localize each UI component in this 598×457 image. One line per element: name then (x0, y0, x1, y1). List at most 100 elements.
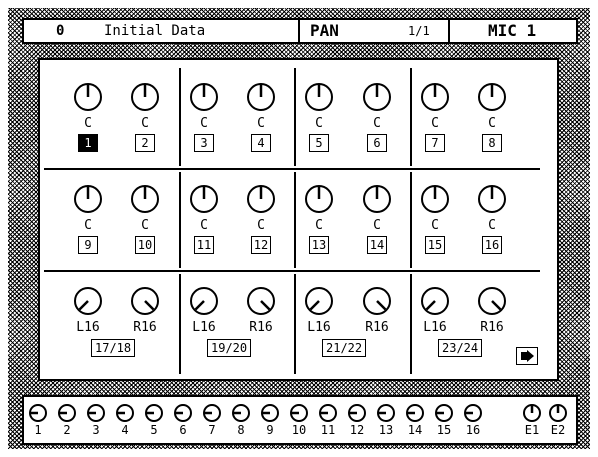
channel-number-box[interactable]: 13 (309, 236, 329, 254)
pan-knob-pair-2[interactable] (189, 286, 219, 316)
mini-pan-knob-1[interactable] (28, 403, 48, 423)
mini-pan-knob-9[interactable] (260, 403, 280, 423)
pan-panel: C 1 C 2 C 3 C 4 C 5 C 6 C 7 C 8 C 9 C 10 C 11 C 12 C… (38, 58, 559, 381)
mini-pan-knob-14[interactable] (405, 403, 425, 423)
channel-pair-box[interactable]: 21/22 (322, 339, 367, 357)
channel-number-box[interactable]: 14 (367, 236, 387, 254)
pan-value-label: C (141, 116, 149, 131)
channel-number-box[interactable]: 4 (251, 134, 271, 152)
pan-value-label: C (200, 116, 208, 131)
pan-screen: 0 Initial Data PAN 1/1 MIC 1 C1 C2 C 3 C… (0, 0, 598, 457)
mini-pan-knob-10[interactable] (289, 403, 309, 423)
mini-knob-label: 2 (63, 423, 71, 437)
pan-knob-1[interactable] (73, 82, 103, 112)
mini-pan-knob-15[interactable] (434, 403, 454, 423)
mini-pan-knob-7[interactable] (202, 403, 222, 423)
pan-knob-14[interactable] (362, 184, 392, 214)
channel-number-box[interactable]: 11 (194, 236, 214, 254)
mini-pan-knob-8[interactable] (231, 403, 251, 423)
channel-number-box[interactable]: 9 (78, 236, 98, 254)
mini-knob-label: 8 (237, 423, 245, 437)
mini-pan-knob-6[interactable] (173, 403, 193, 423)
pan-knob-8[interactable] (477, 82, 507, 112)
pan-knob-pair-7[interactable] (477, 286, 507, 316)
pan-value-label: R16 (133, 320, 157, 335)
channel-number-box[interactable]: 2 (135, 134, 155, 152)
mini-pan-knob-3[interactable] (86, 403, 106, 423)
group-divider (294, 274, 296, 374)
mini-pan-knob-e1[interactable] (522, 403, 542, 423)
mini-knob-label: 4 (121, 423, 129, 437)
channel-number-box[interactable]: 1 (78, 134, 98, 152)
pan-knob-12[interactable] (246, 184, 276, 214)
pan-value-label: C (488, 218, 496, 233)
pan-value-label: L16 (192, 320, 216, 335)
pan-knob-13[interactable] (304, 184, 334, 214)
group-divider (410, 274, 412, 374)
mini-pan-knob-12[interactable] (347, 403, 367, 423)
pan-value-label: L16 (307, 320, 331, 335)
pan-value-label: C (488, 116, 496, 131)
channel-number-box[interactable]: 3 (194, 134, 214, 152)
channel-number-box[interactable]: 6 (367, 134, 387, 152)
pan-knob-10[interactable] (130, 184, 160, 214)
pan-value-label: L16 (76, 320, 100, 335)
channel-overview-strip: 1 2 3 4 5 6 7 8 9 10 11 12 13 14 15 16 E… (22, 395, 578, 445)
pan-knob-pair-0[interactable] (73, 286, 103, 316)
channel-number-box[interactable]: 10 (135, 236, 155, 254)
scene-number: 0 (56, 23, 65, 39)
pan-knob-7[interactable] (420, 82, 450, 112)
pan-knob-3[interactable] (189, 82, 219, 112)
channel-pair-box[interactable]: 23/24 (438, 339, 483, 357)
mini-knob-label: 5 (150, 423, 158, 437)
row-divider (44, 168, 540, 170)
pan-value-label: L16 (423, 320, 447, 335)
pan-value-label: C (431, 218, 439, 233)
pan-knob-pair-4[interactable] (304, 286, 334, 316)
channel-number-box[interactable]: 15 (425, 236, 445, 254)
pan-knob-6[interactable] (362, 82, 392, 112)
pan-knob-15[interactable] (420, 184, 450, 214)
pan-knob-5[interactable] (304, 82, 334, 112)
channel-pair-box[interactable]: 17/18 (91, 339, 136, 357)
mini-pan-knob-16[interactable] (463, 403, 483, 423)
pan-value-label: R16 (249, 320, 273, 335)
channel-number-box[interactable]: 7 (425, 134, 445, 152)
pan-knob-9[interactable] (73, 184, 103, 214)
mini-knob-label: 13 (378, 423, 394, 437)
pan-value-label: C (431, 116, 439, 131)
mini-pan-knob-4[interactable] (115, 403, 135, 423)
group-divider (294, 68, 296, 166)
pan-value-label: C (373, 116, 381, 131)
channel-pair-box[interactable]: 19/20 (207, 339, 252, 357)
channel-number-box[interactable]: 12 (251, 236, 271, 254)
pan-knob-pair-5[interactable] (362, 286, 392, 316)
pan-value-label: C (200, 218, 208, 233)
mini-knob-label: E2 (550, 423, 566, 437)
mini-knob-label: 16 (465, 423, 481, 437)
pan-value-label: C (257, 116, 265, 131)
pan-knob-pair-1[interactable] (130, 286, 160, 316)
pan-value-label: C (315, 116, 323, 131)
channel-number-box[interactable]: 5 (309, 134, 329, 152)
pan-knob-2[interactable] (130, 82, 160, 112)
channel-number-box[interactable]: 16 (482, 236, 502, 254)
next-page-button[interactable] (516, 347, 538, 365)
mini-pan-knob-2[interactable] (57, 403, 77, 423)
mini-pan-knob-11[interactable] (318, 403, 338, 423)
mini-pan-knob-13[interactable] (376, 403, 396, 423)
pan-value-label: R16 (365, 320, 389, 335)
pan-knob-16[interactable] (477, 184, 507, 214)
group-divider (294, 172, 296, 268)
pan-knob-11[interactable] (189, 184, 219, 214)
pan-knob-pair-3[interactable] (246, 286, 276, 316)
mini-knob-label: 3 (92, 423, 100, 437)
pan-knob-4[interactable] (246, 82, 276, 112)
mini-pan-knob-e2[interactable] (548, 403, 568, 423)
mini-pan-knob-5[interactable] (144, 403, 164, 423)
mini-knob-label: 10 (291, 423, 307, 437)
pan-knob-pair-6[interactable] (420, 286, 450, 316)
channel-number-box[interactable]: 8 (482, 134, 502, 152)
pan-value-label: C (141, 218, 149, 233)
mini-knob-label: 9 (266, 423, 274, 437)
